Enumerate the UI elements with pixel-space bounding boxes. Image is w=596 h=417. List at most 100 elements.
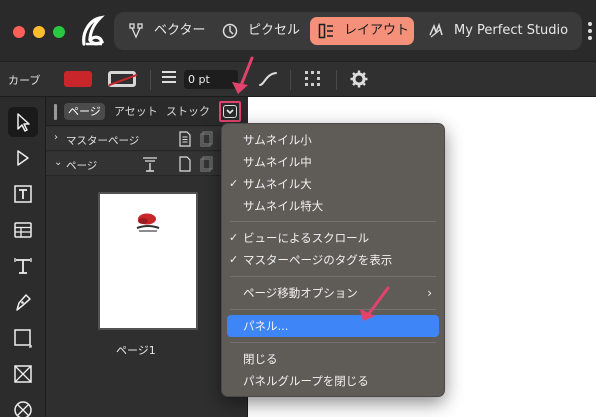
tab-stock[interactable]: ストック: [162, 103, 214, 120]
pages-panel: ページ アセット ストック › マスターページ ⌄ ページ ページ1: [46, 97, 248, 417]
menu-item-label: 閉じる: [243, 352, 278, 366]
menu-item-page-move-options[interactable]: ページ移動オプション ›: [222, 282, 444, 304]
menu-item-thumbnail-small[interactable]: サムネイル小: [222, 129, 444, 151]
pages-section-label: ページ: [66, 160, 98, 172]
ellipse-frame-tool[interactable]: [8, 395, 38, 417]
title-bar: ベクター ピクセル レイアウト My Perfect Studio: [0, 0, 596, 62]
menu-separator: [230, 309, 436, 310]
menu-separator: [230, 276, 436, 277]
add-master-page-icon[interactable]: [178, 131, 192, 147]
menu-item-label: サムネイル小: [243, 133, 312, 147]
move-tool-icon: [17, 113, 30, 132]
checkmark-icon: ✓: [229, 253, 239, 266]
pages-section[interactable]: ⌄ ページ: [46, 152, 248, 176]
close-window-button[interactable]: [13, 26, 25, 38]
app-window: ベクター ピクセル レイアウト My Perfect Studio カーブ 0 …: [0, 0, 596, 417]
persona-vector[interactable]: ベクター: [120, 17, 210, 45]
menu-separator: [230, 221, 436, 222]
chevron-down-icon: [223, 105, 237, 118]
persona-pixel-label: ピクセル: [248, 23, 301, 38]
picture-frame-tool[interactable]: [8, 359, 38, 389]
menu-item-close-panel-group[interactable]: パネルグループを閉じる: [222, 370, 444, 392]
pressure-curve-icon[interactable]: [258, 70, 278, 88]
menu-item-label: サムネイル中: [243, 155, 312, 169]
checkmark-icon: ✓: [229, 231, 239, 244]
checkmark-icon: ✓: [229, 177, 239, 190]
studio-icon: [429, 23, 443, 38]
menu-item-label: サムネイル特大: [243, 199, 324, 213]
menu-item-label: パネル...: [243, 319, 289, 333]
vector-persona-icon: [129, 23, 143, 39]
add-page-icon[interactable]: [178, 156, 192, 172]
menu-item-label: ページ移動オプション: [243, 286, 358, 300]
menu-item-label: マスターページのタグを表示: [243, 253, 393, 267]
move-tool[interactable]: [8, 107, 38, 137]
table-tool[interactable]: [8, 215, 38, 245]
persona-pixel[interactable]: ピクセル: [214, 17, 304, 45]
persona-studio[interactable]: My Perfect Studio: [420, 17, 576, 45]
fill-color-swatch[interactable]: [64, 71, 92, 87]
node-tool[interactable]: [8, 143, 38, 173]
chevron-right-icon: ›: [54, 132, 58, 143]
zoom-window-button[interactable]: [53, 26, 65, 38]
duplicate-page-icon[interactable]: [200, 156, 214, 172]
stroke-color-swatch[interactable]: [108, 71, 136, 87]
toolbar-divider: [290, 70, 291, 90]
panel-tab-bar: ページ アセット ストック: [46, 97, 248, 126]
menu-item-scroll-with-view[interactable]: ✓ ビューによるスクロール: [222, 227, 444, 249]
menu-item-label: パネルグループを閉じる: [243, 374, 369, 388]
tab-pages[interactable]: ページ: [64, 103, 105, 120]
master-pages-section[interactable]: › マスターページ: [46, 127, 248, 151]
duplicate-master-page-icon[interactable]: [200, 131, 214, 147]
table-icon: [14, 222, 32, 238]
annotation-arrow-icon: [232, 56, 254, 94]
node-tool-icon: [17, 150, 29, 166]
panel-options-menu: サムネイル小 サムネイル中 ✓ サムネイル大 サムネイル特大 ✓ ビューによるス…: [221, 123, 445, 397]
pen-icon: [16, 294, 31, 311]
minimize-window-button[interactable]: [33, 26, 45, 38]
menu-item-thumbnail-xlarge[interactable]: サムネイル特大: [222, 195, 444, 217]
menu-item-thumbnail-large[interactable]: ✓ サムネイル大: [222, 173, 444, 195]
persona-layout-label: レイアウト: [344, 23, 410, 38]
master-pages-label: マスターページ: [66, 135, 140, 147]
stroke-style-icon[interactable]: [162, 71, 176, 87]
panel-menu-button[interactable]: [219, 101, 241, 122]
artistic-text-tool[interactable]: [8, 251, 38, 281]
menu-separator: [230, 342, 436, 343]
page-thumbnail[interactable]: [98, 192, 198, 330]
persona-switcher: ベクター ピクセル レイアウト My Perfect Studio: [114, 12, 582, 50]
ellipse-frame-icon: [14, 401, 32, 417]
menu-item-show-master-tags[interactable]: ✓ マスターページのタグを表示: [222, 249, 444, 271]
menu-item-close[interactable]: 閉じる: [222, 348, 444, 370]
panel-grip-handle[interactable]: [54, 104, 57, 120]
persona-layout[interactable]: レイアウト: [310, 17, 414, 45]
page-artwork-image: [136, 213, 160, 232]
page-thumbnail-label: ページ1: [116, 344, 156, 357]
gear-icon[interactable]: [350, 70, 368, 88]
snapping-grid-icon[interactable]: [304, 70, 322, 88]
tools-panel: [0, 97, 46, 417]
toolbar-divider: [336, 70, 337, 90]
picture-frame-icon: [14, 365, 32, 383]
rectangle-tool[interactable]: [8, 323, 38, 353]
artistic-text-icon: [14, 258, 32, 274]
tab-assets[interactable]: アセット: [110, 103, 162, 120]
page-spread-icon[interactable]: [142, 156, 158, 172]
chevron-down-icon: ⌄: [54, 157, 63, 168]
menu-item-panel[interactable]: パネル...: [227, 315, 439, 337]
affinity-logo-icon: [82, 15, 105, 46]
menu-item-label: ビューによるスクロール: [243, 231, 370, 245]
pen-tool[interactable]: [8, 287, 38, 317]
persona-vector-label: ベクター: [154, 23, 206, 38]
annotation-arrow-icon: [360, 286, 390, 321]
chevron-right-icon: ›: [427, 286, 432, 300]
text-frame-tool[interactable]: [8, 179, 38, 209]
toolbar-divider: [150, 70, 151, 90]
more-options-icon[interactable]: [588, 22, 592, 40]
menu-item-thumbnail-medium[interactable]: サムネイル中: [222, 151, 444, 173]
text-frame-icon: [14, 185, 32, 203]
layout-persona-icon: [318, 23, 333, 39]
pixel-persona-icon: [222, 23, 238, 39]
rectangle-icon: [14, 329, 32, 348]
context-toolbar: カーブ 0 pt: [0, 62, 596, 97]
